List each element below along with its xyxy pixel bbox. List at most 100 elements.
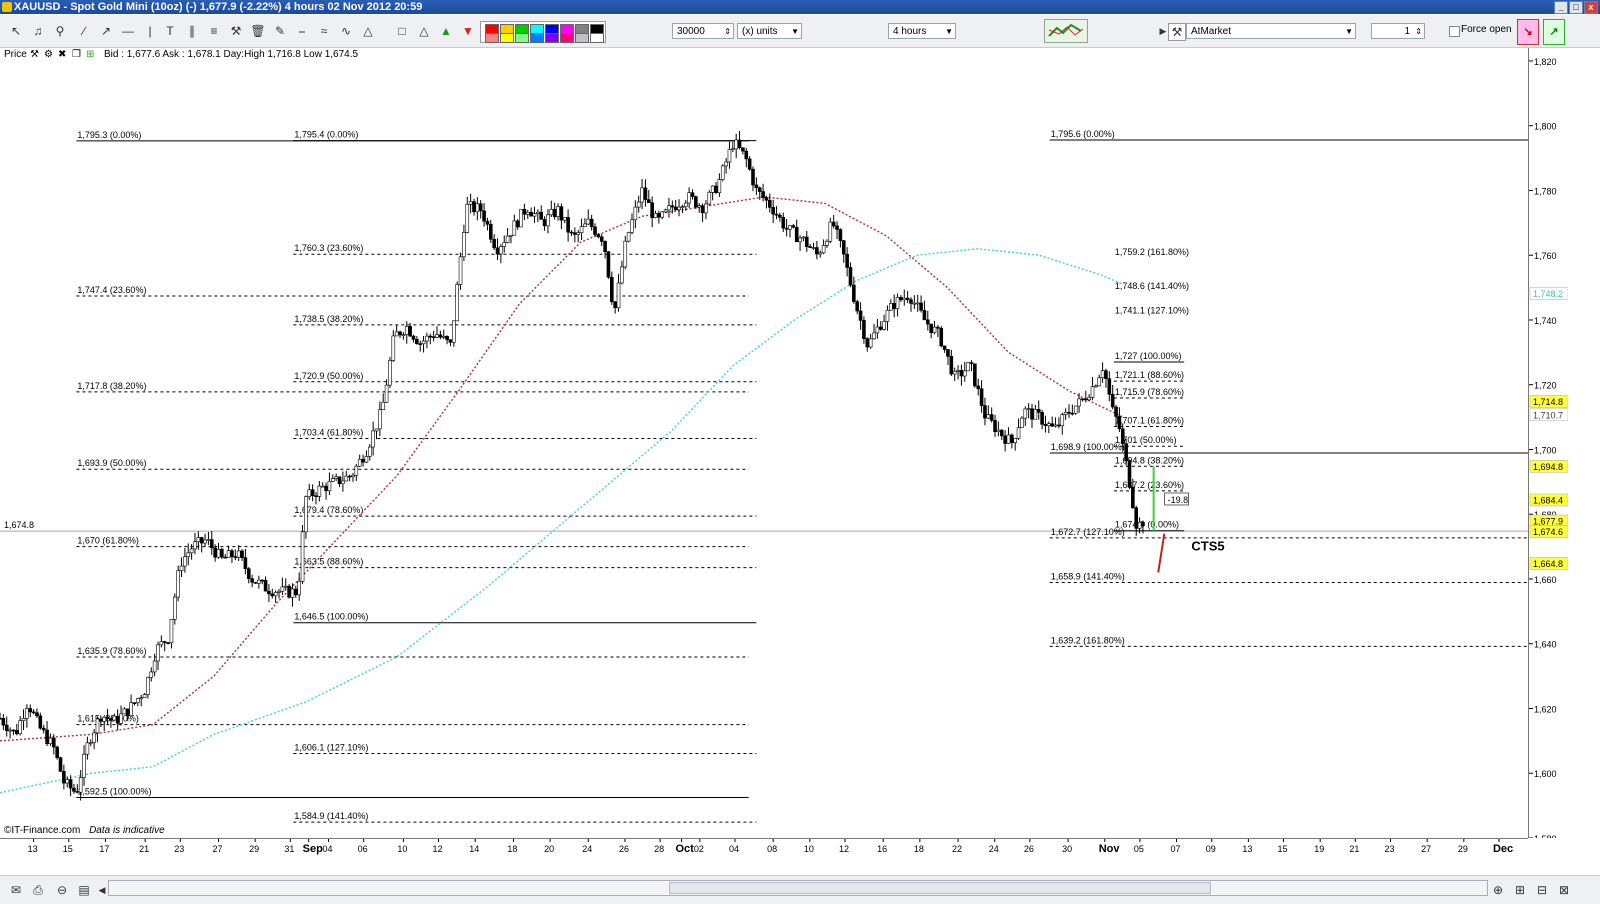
save-icon[interactable]: ▤	[76, 882, 92, 898]
palette-swatch[interactable]	[560, 33, 574, 43]
hline-icon[interactable]: —	[120, 23, 136, 39]
close-button[interactable]: x	[1584, 1, 1598, 14]
down-arrow-icon[interactable]: ▼	[460, 23, 476, 39]
chevron-down-icon[interactable]: ▼	[945, 24, 953, 40]
candle-body	[250, 578, 254, 583]
triangle-outline-icon[interactable]: △	[416, 23, 432, 39]
buy-icon: ↗	[1549, 26, 1559, 38]
ruler-icon[interactable]: ⎯	[294, 23, 310, 39]
print-icon[interactable]: ⎙	[30, 882, 46, 898]
text-icon[interactable]: T	[162, 23, 178, 39]
channel-icon[interactable]: ∥	[184, 23, 200, 39]
pattern-icon[interactable]: ≈	[316, 23, 332, 39]
palette-swatch[interactable]	[485, 33, 499, 43]
candle-body	[734, 139, 738, 150]
color-palette[interactable]	[480, 21, 606, 43]
mail-icon[interactable]: ✉	[8, 882, 24, 898]
vertical-scroll-area[interactable]	[1568, 48, 1600, 838]
candle-body	[690, 192, 695, 197]
candle-body	[357, 459, 362, 467]
maximize-button[interactable]: □	[1569, 1, 1583, 14]
vline-icon[interactable]: |	[142, 23, 158, 39]
up-arrow-icon[interactable]: ▲	[438, 23, 454, 39]
minimize-button[interactable]: _	[1554, 1, 1568, 14]
candle-body	[226, 550, 231, 558]
palette-swatch[interactable]	[530, 33, 544, 43]
pencil-icon[interactable]: ✎	[272, 23, 288, 39]
candle-body	[415, 339, 419, 344]
palette-swatch[interactable]	[515, 33, 529, 43]
quantity-field[interactable]: 30000 ⇕	[672, 23, 734, 39]
stepper-icon[interactable]: ⇕	[724, 24, 731, 40]
chart-type-button[interactable]	[1044, 19, 1088, 43]
wave-icon[interactable]: ∿	[338, 23, 354, 39]
candle-body	[267, 590, 271, 595]
candle-body	[694, 196, 698, 208]
candle-body	[872, 332, 876, 340]
candle-body	[425, 335, 429, 342]
candle-body	[263, 579, 268, 592]
window-title: XAUUSD - Spot Gold Mini (10oz) (-) 1,677…	[14, 1, 423, 13]
force-open-checkbox[interactable]	[1449, 26, 1460, 37]
wrench-icon[interactable]: ⚒	[1168, 23, 1186, 41]
palette-swatch[interactable]	[500, 33, 514, 43]
candle-body	[139, 697, 143, 699]
candle-body	[1097, 377, 1102, 387]
palette-swatch[interactable]	[545, 33, 559, 43]
buy-button[interactable]: ↗	[1543, 19, 1565, 45]
candle-body	[48, 737, 53, 745]
time-axis[interactable]: 13 15 17 21 23 27 29 31 Sep 04 06 10 12 14 18 20 24 26 28 O…	[0, 838, 1528, 857]
ray-icon[interactable]: ↗	[98, 23, 114, 39]
order-qty-value: 1	[1404, 26, 1410, 37]
time-tick-label: 08	[767, 844, 777, 854]
candle-body	[82, 753, 86, 778]
candle-body	[112, 715, 117, 721]
toolbar: ↖ ♫ ⚲ ∕ ↗ — | T ∥ ≡ ⚒ 🗑 ✎ ⎯ ≈ ∿ △ □ △ ▲ …	[0, 15, 1600, 48]
sell-button[interactable]: ↘	[1517, 19, 1539, 45]
zoom-out-icon[interactable]: ⊖	[54, 882, 70, 898]
chevron-down-icon[interactable]: ▼	[1345, 24, 1353, 40]
price-tick-label: 1,760	[1534, 251, 1557, 261]
horizontal-scrollbar[interactable]	[108, 880, 1488, 896]
add-chart-icon[interactable]: ⊞	[1512, 882, 1528, 898]
candle-body	[704, 203, 708, 214]
candle-body	[179, 565, 184, 571]
candle-body	[579, 226, 584, 234]
pointer-icon[interactable]: ↖	[8, 23, 24, 39]
candle-body	[912, 302, 917, 305]
candle-body	[8, 729, 12, 732]
candle-body	[761, 191, 765, 198]
tools-icon[interactable]: ⚒	[228, 23, 244, 39]
palette-swatch[interactable]	[590, 33, 604, 43]
units-select[interactable]: (x) units ▼	[737, 23, 802, 39]
time-tick-label: Dec	[1493, 843, 1513, 855]
fit-icon[interactable]: ⊠	[1556, 882, 1572, 898]
scrollbar-thumb[interactable]	[669, 882, 1211, 894]
stepper-icon[interactable]: ⇕	[1415, 24, 1422, 40]
order-qty-field[interactable]: 1 ⇕	[1371, 23, 1425, 39]
candle-body	[707, 191, 712, 205]
price-axis[interactable]: 1,5801,6001,6201,6401,6601,6801,7001,720…	[1528, 48, 1569, 838]
remove-chart-icon[interactable]: ⊟	[1534, 882, 1550, 898]
rectangle-icon[interactable]: □	[394, 23, 410, 39]
palette-swatch[interactable]	[575, 33, 589, 43]
order-type-select[interactable]: AtMarket ▼	[1186, 23, 1356, 39]
candle-body	[640, 187, 644, 203]
price-chart[interactable]: 1,674.8 1,795.3 (0.00%) 1,747.4 (23.60%) 1,…	[0, 48, 1528, 838]
bell-icon[interactable]: ♫	[30, 23, 46, 39]
candle-body	[193, 541, 197, 550]
zoom-in-icon[interactable]: ⊕	[1490, 882, 1506, 898]
candle-body	[754, 184, 759, 189]
chevron-down-icon[interactable]: ▼	[791, 24, 799, 40]
line-icon[interactable]: ∕	[76, 23, 92, 39]
triangle-icon[interactable]: △	[360, 23, 376, 39]
interval-select[interactable]: 4 hours ▼	[888, 23, 956, 39]
price-tick-label: 1,820	[1534, 57, 1557, 67]
candle-body	[613, 301, 617, 309]
fib-icon[interactable]: ≡	[206, 23, 222, 39]
candle-body	[683, 202, 688, 207]
zoom-icon[interactable]: ⚲	[52, 23, 68, 39]
candle-body	[768, 199, 772, 208]
candle-body	[233, 556, 238, 558]
delete-icon[interactable]: 🗑	[250, 23, 266, 39]
